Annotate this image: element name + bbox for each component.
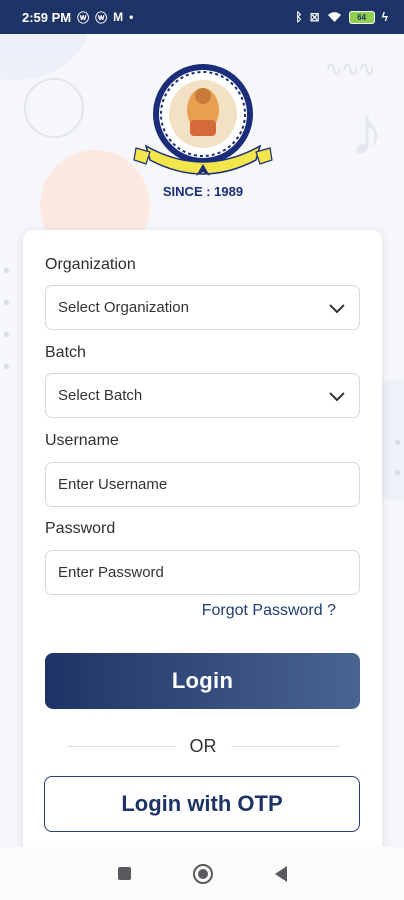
decor-dot — [4, 364, 9, 369]
gmail-icon: M — [113, 10, 124, 24]
batch-label: Batch — [45, 344, 86, 361]
close-box-icon: ⊠ — [309, 10, 320, 24]
clock-doodle-icon — [24, 78, 84, 138]
charging-icon: ϟ — [381, 10, 388, 24]
battery-icon: 64 — [348, 10, 375, 24]
decor-dot — [4, 332, 9, 337]
recents-square-icon[interactable] — [117, 867, 131, 880]
decor-dot — [395, 470, 400, 475]
decor-dot — [4, 300, 9, 305]
wave-doodle-icon: ∿∿∿ — [324, 56, 376, 81]
password-placeholder: Enter Password — [58, 564, 164, 581]
login-card: Organization Select Organization Batch S… — [23, 230, 382, 870]
login-button[interactable]: Login — [45, 653, 360, 709]
whatsapp-icon: ⓦ — [95, 10, 108, 25]
username-placeholder: Enter Username — [58, 476, 168, 493]
back-triangle-icon[interactable] — [274, 865, 287, 882]
decor-dot — [395, 440, 400, 445]
decor-dot — [4, 268, 9, 273]
chevron-down-icon — [329, 303, 345, 313]
or-divider: OR — [67, 734, 339, 758]
wifi-icon — [327, 12, 341, 22]
password-input[interactable]: Enter Password — [45, 550, 360, 595]
logo-since-text: SINCE : 1989 — [162, 184, 244, 199]
batch-select-value: Select Batch — [58, 387, 143, 404]
or-text: OR — [189, 735, 217, 756]
password-label: Password — [45, 520, 116, 537]
status-time: 2:59 PM — [22, 9, 72, 25]
whatsapp-icon: ⓦ — [77, 10, 90, 25]
notification-dot: • — [129, 10, 134, 24]
login-with-otp-button[interactable]: Login with OTP — [44, 776, 360, 832]
divider-line — [230, 745, 339, 747]
bluetooth-icon: ᛒ — [295, 10, 303, 24]
organization-select-value: Select Organization — [58, 299, 189, 316]
username-input[interactable]: Enter Username — [45, 462, 360, 507]
navigation-bar — [0, 847, 404, 900]
organization-label: Organization — [45, 256, 136, 273]
chevron-down-icon — [329, 391, 345, 401]
organization-select[interactable]: Select Organization — [45, 285, 360, 330]
batch-select[interactable]: Select Batch — [45, 373, 360, 418]
school-logo: SINCE : 1989 — [132, 60, 274, 205]
logo-emblem — [133, 64, 273, 176]
forgot-password-link[interactable]: Forgot Password ? — [202, 602, 336, 620]
status-bar: 2:59 PM ⓦ ⓦ M • ᛒ ⊠ 64 ϟ — [0, 0, 404, 34]
divider-line — [67, 745, 176, 747]
home-circle-inner — [197, 868, 208, 879]
music-note-doodle-icon: ♪ — [349, 92, 384, 170]
home-circle-icon[interactable] — [192, 863, 213, 884]
username-label: Username — [45, 432, 119, 449]
